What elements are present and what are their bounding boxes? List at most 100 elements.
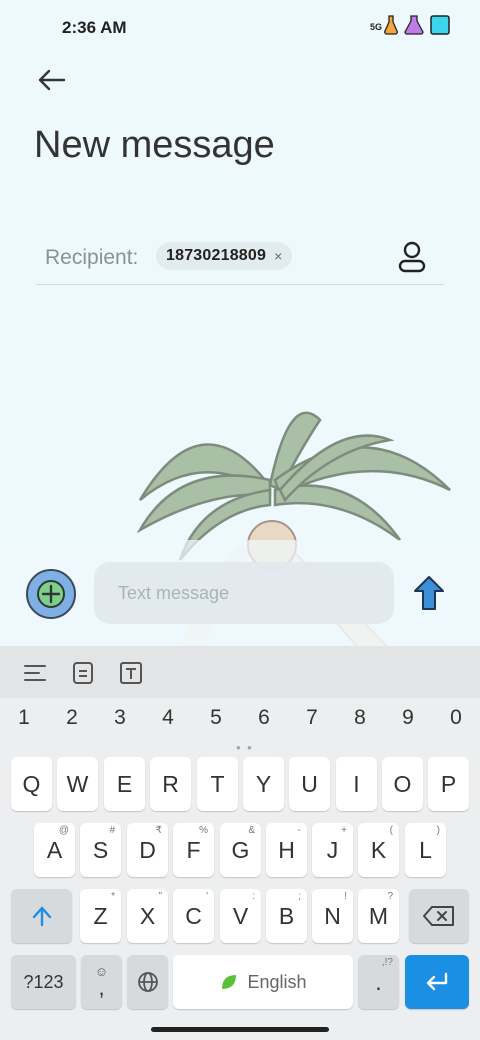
- key-s-hint: #: [109, 825, 115, 836]
- key-j[interactable]: + J: [312, 823, 353, 877]
- key-3[interactable]: 3: [105, 706, 135, 730]
- flask-purple-icon: [404, 15, 424, 40]
- key-c-hint: ': [206, 891, 208, 902]
- key-x[interactable]: " X: [127, 889, 168, 943]
- back-arrow-icon: [38, 69, 66, 91]
- send-arrow-icon: [414, 576, 444, 610]
- page-title: New message: [34, 124, 275, 166]
- key-a-hint: @: [58, 825, 69, 836]
- key-q[interactable]: Q: [11, 757, 52, 811]
- key-z-hint: *: [111, 891, 115, 902]
- key-k-hint: (: [389, 825, 393, 836]
- home-indicator[interactable]: [151, 1027, 329, 1032]
- key-b[interactable]: ; B: [266, 889, 307, 943]
- key-d[interactable]: ₹ D: [127, 823, 168, 877]
- symbols-key[interactable]: ?123: [11, 955, 76, 1009]
- recipient-field[interactable]: Recipient: 18730218809 ×: [36, 230, 444, 285]
- flask-orange-icon: [384, 15, 398, 40]
- key-a[interactable]: @ A: [34, 823, 75, 877]
- contacts-button[interactable]: [396, 240, 428, 274]
- key-n[interactable]: ! N: [312, 889, 353, 943]
- status-time: 2:36 AM: [62, 18, 127, 37]
- key-j-hint: +: [341, 825, 347, 836]
- back-button[interactable]: [34, 62, 70, 98]
- key-g[interactable]: & G: [220, 823, 261, 877]
- shift-key[interactable]: [11, 889, 72, 943]
- key-k-label: K: [370, 836, 387, 863]
- key-j-label: J: [326, 836, 339, 863]
- key-v[interactable]: :V: [220, 889, 261, 943]
- recipient-chip[interactable]: 18730218809 ×: [156, 242, 293, 270]
- key-o[interactable]: O: [382, 757, 423, 811]
- enter-arrow-icon: [426, 972, 448, 991]
- enter-key[interactable]: [405, 955, 469, 1009]
- remove-recipient-icon[interactable]: ×: [274, 248, 282, 264]
- number-row: 1 2 3 4 5 6 7 8 9 0: [0, 706, 480, 740]
- text-format-icon[interactable]: [118, 660, 144, 686]
- shift-arrow-icon: [32, 906, 51, 927]
- key-h[interactable]: -H: [266, 823, 307, 877]
- leaf-icon: [222, 975, 237, 989]
- compose-bar: [0, 540, 480, 646]
- period-key-hint: ,!?: [381, 957, 393, 968]
- key-x-hint: ": [158, 891, 162, 902]
- key-f[interactable]: % F: [173, 823, 214, 877]
- globe-icon: [137, 972, 158, 992]
- key-2[interactable]: 2: [57, 706, 87, 730]
- key-0[interactable]: 0: [441, 706, 471, 730]
- key-k[interactable]: (K: [358, 823, 399, 877]
- key-8[interactable]: 8: [345, 706, 375, 730]
- keyboard-toolbar: [0, 646, 480, 698]
- emoji-comma-key[interactable]: ☺ ,: [81, 955, 122, 1009]
- key-r[interactable]: R: [150, 757, 191, 811]
- comma-label: ,: [98, 975, 105, 1000]
- key-c-label: C: [185, 902, 202, 929]
- key-5[interactable]: 5: [201, 706, 231, 730]
- key-g-hint: &: [248, 825, 255, 836]
- key-y[interactable]: Y: [243, 757, 284, 811]
- key-9[interactable]: 9: [393, 706, 423, 730]
- key-h-label: H: [278, 836, 295, 863]
- key-v-label: V: [232, 902, 249, 929]
- send-button[interactable]: [410, 573, 448, 613]
- key-s-label: S: [92, 836, 109, 863]
- key-x-label: X: [139, 902, 156, 929]
- text-align-icon[interactable]: [22, 660, 48, 686]
- keyboard: 1 2 3 4 5 6 7 8 9 0 ● ● Q W E R T Y U I …: [0, 646, 480, 1040]
- period-key-label: .: [375, 968, 382, 995]
- key-6[interactable]: 6: [249, 706, 279, 730]
- key-s[interactable]: # S: [80, 823, 121, 877]
- key-d-label: D: [139, 836, 156, 863]
- key-1[interactable]: 1: [9, 706, 39, 730]
- key-z[interactable]: * Z: [80, 889, 121, 943]
- key-l[interactable]: ) L: [405, 823, 446, 877]
- language-key[interactable]: [127, 955, 168, 1009]
- key-n-hint: !: [344, 891, 347, 902]
- key-t[interactable]: T: [197, 757, 238, 811]
- key-m[interactable]: ? M: [358, 889, 399, 943]
- person-icon: [398, 241, 426, 273]
- key-b-hint: ;: [298, 891, 301, 902]
- key-d-hint: ₹: [155, 825, 162, 836]
- key-e[interactable]: E: [104, 757, 145, 811]
- beaker-icon: [430, 15, 450, 40]
- message-input[interactable]: [94, 562, 394, 624]
- space-key[interactable]: English: [173, 955, 353, 1009]
- key-7[interactable]: 7: [297, 706, 327, 730]
- key-i[interactable]: I: [336, 757, 377, 811]
- key-4[interactable]: 4: [153, 706, 183, 730]
- status-bar: 2:36 AM 5G: [0, 0, 480, 56]
- key-c[interactable]: ' C: [173, 889, 214, 943]
- period-key[interactable]: ,!?.: [358, 955, 399, 1009]
- key-l-label: L: [419, 836, 432, 863]
- key-p[interactable]: P: [428, 757, 469, 811]
- attach-button[interactable]: [26, 569, 76, 619]
- key-m-hint: ?: [387, 891, 393, 902]
- key-g-label: G: [231, 836, 250, 863]
- backspace-key[interactable]: [409, 889, 469, 943]
- clipboard-icon[interactable]: [70, 660, 96, 686]
- key-v-hint: :: [252, 891, 255, 902]
- key-w[interactable]: W: [57, 757, 98, 811]
- key-a-label: A: [46, 836, 63, 863]
- key-u[interactable]: U: [289, 757, 330, 811]
